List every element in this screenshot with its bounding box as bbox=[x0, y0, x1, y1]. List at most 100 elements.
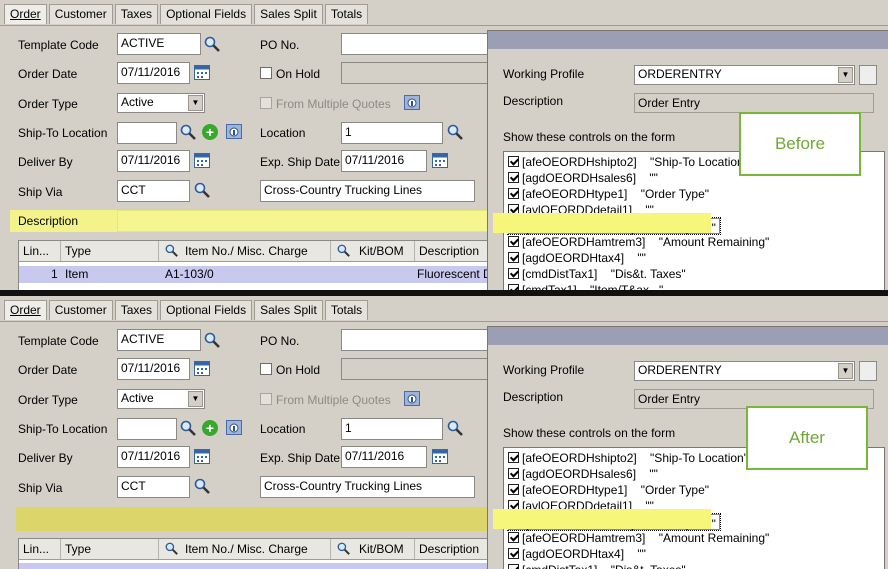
working-profile-select[interactable]: ORDERENTRY ▼ bbox=[634, 361, 855, 381]
tab-order[interactable]: Order bbox=[4, 300, 47, 320]
chevron-down-icon[interactable]: ▼ bbox=[838, 67, 853, 83]
calendar-icon[interactable] bbox=[194, 65, 210, 80]
tab-customer[interactable]: Customer bbox=[48, 300, 113, 320]
document-icon[interactable] bbox=[859, 65, 877, 85]
calendar-icon[interactable] bbox=[194, 449, 210, 464]
po-input[interactable] bbox=[341, 329, 489, 351]
search-icon[interactable] bbox=[447, 124, 463, 140]
control-checkbox[interactable] bbox=[508, 156, 519, 167]
control-checkbox[interactable] bbox=[508, 532, 519, 543]
search-icon[interactable] bbox=[180, 420, 196, 436]
ship-via-input[interactable]: CCT bbox=[117, 180, 190, 202]
list-item[interactable]: [agdOEORDHtax4] "" bbox=[508, 250, 646, 266]
tab-totals[interactable]: Totals bbox=[324, 4, 369, 24]
search-icon[interactable] bbox=[204, 36, 220, 52]
search-icon[interactable] bbox=[165, 542, 178, 555]
search-icon[interactable] bbox=[194, 182, 210, 198]
table-row[interactable] bbox=[19, 563, 499, 569]
deliver-by-input[interactable]: 07/11/2016 bbox=[117, 150, 190, 172]
list-item[interactable]: [cmdTax1] "Item/T&ax..." bbox=[508, 282, 663, 290]
tab-optional-fields[interactable]: Optional Fields bbox=[160, 4, 253, 24]
control-checkbox[interactable] bbox=[508, 252, 519, 263]
chevron-down-icon[interactable]: ▼ bbox=[188, 95, 203, 111]
control-checkbox[interactable] bbox=[508, 452, 519, 463]
control-checkbox[interactable] bbox=[508, 548, 519, 559]
list-item[interactable]: [afeOEORDHtype1] "Order Type" bbox=[508, 482, 709, 498]
list-item[interactable]: [afeOEORDHamtrem3] "Amount Remaining" bbox=[508, 530, 769, 546]
ship-to-input[interactable] bbox=[117, 418, 177, 440]
list-item[interactable]: [agdOEORDHtax4] "" bbox=[508, 546, 646, 562]
deliver-by-input[interactable]: 07/11/2016 bbox=[117, 446, 190, 468]
calendar-icon[interactable] bbox=[432, 153, 448, 168]
list-item[interactable]: [agdOEORDHsales6] "" bbox=[508, 170, 658, 186]
calendar-icon[interactable] bbox=[194, 361, 210, 376]
document-icon[interactable] bbox=[859, 361, 877, 381]
ship-via-input[interactable]: CCT bbox=[117, 476, 190, 498]
search-icon[interactable] bbox=[194, 478, 210, 494]
dialog-titlebar bbox=[488, 327, 888, 345]
control-checkbox[interactable] bbox=[508, 484, 519, 495]
search-icon[interactable] bbox=[337, 542, 350, 555]
search-icon[interactable] bbox=[165, 244, 178, 257]
add-icon[interactable]: + bbox=[202, 420, 218, 436]
list-item[interactable]: [agdOEORDHsales6] "" bbox=[508, 466, 658, 482]
tab-optional-fields[interactable]: Optional Fields bbox=[160, 300, 253, 320]
calendar-icon[interactable] bbox=[194, 153, 210, 168]
list-item[interactable]: [afeOEORDHshipto2] "Ship-To Location" bbox=[508, 450, 748, 466]
tab-sales-split[interactable]: Sales Split bbox=[254, 4, 323, 24]
col-line[interactable]: Lin... bbox=[19, 241, 61, 261]
col-type[interactable]: Type bbox=[61, 539, 159, 559]
tab-customer[interactable]: Customer bbox=[48, 4, 113, 24]
add-icon[interactable]: + bbox=[202, 124, 218, 140]
location-input[interactable]: 1 bbox=[341, 418, 443, 440]
col-item[interactable]: Item No./ Misc. Charge bbox=[159, 241, 331, 261]
list-item[interactable]: [cmdDistTax1] "Dis&t. Taxes" bbox=[508, 266, 686, 282]
order-type-select[interactable]: Active ▼ bbox=[117, 389, 205, 409]
template-code-input[interactable]: ACTIVE bbox=[117, 329, 201, 351]
tab-order[interactable]: Order bbox=[4, 4, 47, 24]
po-input[interactable] bbox=[341, 33, 489, 55]
search-icon[interactable] bbox=[447, 420, 463, 436]
control-checkbox[interactable] bbox=[508, 268, 519, 279]
tab-taxes[interactable]: Taxes bbox=[114, 4, 159, 24]
tab-taxes[interactable]: Taxes bbox=[114, 300, 159, 320]
control-checkbox[interactable] bbox=[508, 468, 519, 479]
search-icon[interactable] bbox=[204, 332, 220, 348]
list-item[interactable]: [afeOEORDHshipto2] "Ship-To Location" bbox=[508, 154, 748, 170]
chevron-down-icon[interactable]: ▼ bbox=[838, 363, 853, 379]
search-icon[interactable] bbox=[180, 124, 196, 140]
control-checkbox[interactable] bbox=[508, 564, 519, 569]
search-icon[interactable] bbox=[337, 244, 350, 257]
tab-totals[interactable]: Totals bbox=[324, 300, 369, 320]
on-hold-checkbox[interactable] bbox=[260, 363, 272, 375]
list-item[interactable]: [afeOEORDHamtrem3] "Amount Remaining" bbox=[508, 234, 769, 250]
description-input[interactable] bbox=[117, 210, 489, 232]
col-item[interactable]: Item No./ Misc. Charge bbox=[159, 539, 331, 559]
control-checkbox[interactable] bbox=[508, 172, 519, 183]
table-row[interactable]: 1 Item A1-103/0 Fluorescent De bbox=[19, 266, 499, 283]
working-profile-select[interactable]: ORDERENTRY ▼ bbox=[634, 65, 855, 85]
exp-ship-input[interactable]: 07/11/2016 bbox=[341, 150, 427, 172]
col-line[interactable]: Lin... bbox=[19, 539, 61, 559]
calendar-icon[interactable] bbox=[432, 449, 448, 464]
deliver-by-label: Deliver By bbox=[18, 155, 73, 169]
chevron-down-icon[interactable]: ▼ bbox=[188, 391, 203, 407]
tab-sales-split[interactable]: Sales Split bbox=[254, 300, 323, 320]
ship-to-input[interactable] bbox=[117, 122, 177, 144]
on-hold-checkbox[interactable] bbox=[260, 67, 272, 79]
template-code-input[interactable]: ACTIVE bbox=[117, 33, 201, 55]
location-input[interactable]: 1 bbox=[341, 122, 443, 144]
order-date-input[interactable]: 07/11/2016 bbox=[117, 358, 190, 380]
quote-list-icon[interactable] bbox=[404, 391, 420, 406]
list-item[interactable]: [cmdDistTax1] "Dis&t. Taxes" bbox=[508, 562, 686, 569]
quote-list-icon[interactable] bbox=[404, 95, 420, 110]
control-checkbox[interactable] bbox=[508, 236, 519, 247]
order-type-select[interactable]: Active ▼ bbox=[117, 93, 205, 113]
ship-to-detail-icon[interactable] bbox=[226, 124, 242, 139]
control-checkbox[interactable] bbox=[508, 188, 519, 199]
ship-to-detail-icon[interactable] bbox=[226, 420, 242, 435]
col-type[interactable]: Type bbox=[61, 241, 159, 261]
order-date-input[interactable]: 07/11/2016 bbox=[117, 62, 190, 84]
list-item[interactable]: [afeOEORDHtype1] "Order Type" bbox=[508, 186, 709, 202]
exp-ship-input[interactable]: 07/11/2016 bbox=[341, 446, 427, 468]
